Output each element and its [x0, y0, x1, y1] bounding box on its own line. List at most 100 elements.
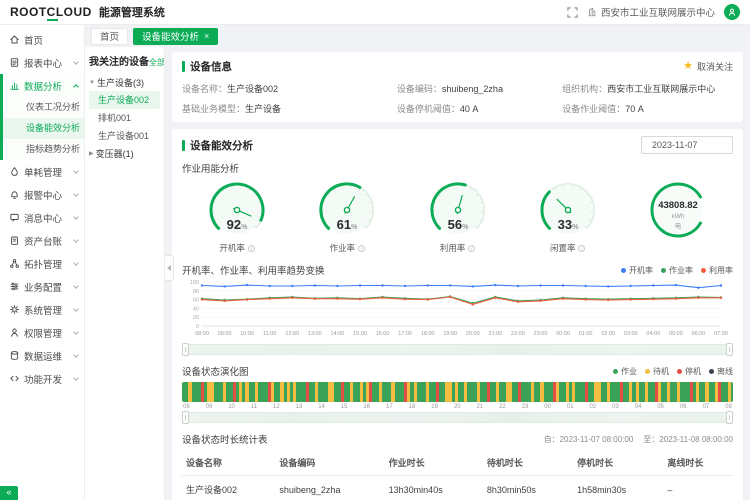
legend-item-停机[interactable]: 停机: [677, 366, 701, 377]
device-tree: ▼生产设备(3)生产设备002排机001生产设备001▶变压器(1): [89, 74, 160, 162]
sidebar-item-topology[interactable]: 拓扑管理: [0, 252, 84, 275]
strip-axis-label: 17: [386, 404, 393, 410]
sidebar-item-label: 报表中心: [24, 56, 62, 70]
info-icon[interactable]: i: [248, 245, 255, 252]
all-devices-link[interactable]: 全部设备: [149, 57, 165, 68]
date-picker-input[interactable]: [641, 136, 733, 154]
app-window: ROOTCLOUD 能源管理系统 西安市工业互联网展示中心: [0, 0, 750, 500]
gauge-utilization-rate: 56% 利用率i: [402, 177, 512, 254]
tab-device-efficiency[interactable]: 设备能效分析×: [133, 28, 218, 45]
info-icon[interactable]: i: [468, 245, 475, 252]
tree-item[interactable]: 生产设备001: [89, 127, 160, 145]
chevron-down-icon: [73, 352, 79, 358]
svg-text:05:00: 05:00: [669, 331, 683, 337]
svg-text:02:00: 02:00: [601, 331, 615, 337]
fullscreen-icon[interactable]: [567, 7, 578, 18]
svg-text:03:00: 03:00: [624, 331, 638, 337]
sidebar-item-feature-dev[interactable]: 功能开发: [0, 367, 84, 390]
sidebar-subitem-meter-condition[interactable]: 仪表工况分析: [3, 97, 84, 118]
brand-logo: ROOTCLOUD: [10, 5, 92, 19]
sidebar-item-asset-ledger[interactable]: 资产台账: [0, 229, 84, 252]
info-field: 设备编码：shuibeng_2zha: [397, 82, 562, 95]
device-tree-panel: 我关注的设备 全部设备 ▼生产设备(3)生产设备002排机001生产设备001▶…: [85, 47, 165, 500]
sidebar-item-label: 拓扑管理: [24, 257, 62, 271]
slider-right-handle[interactable]: [726, 343, 733, 356]
gauge-dial: 92%: [189, 177, 285, 244]
sidebar-subitem-device-efficiency[interactable]: 设备能效分析: [3, 118, 84, 139]
legend-item-作业率[interactable]: 作业率: [661, 265, 693, 276]
slider-right-handle[interactable]: [726, 411, 733, 424]
energy-ring: 43808.82 kWh 电: [630, 177, 726, 244]
legend-item-待机[interactable]: 待机: [645, 366, 669, 377]
chevron-down-icon: [73, 283, 79, 289]
sidebar-item-unit-consumption[interactable]: 单耗管理: [0, 160, 84, 183]
nav-group-alarm-center: 报警中心: [0, 183, 84, 206]
status-datazoom-slider[interactable]: [183, 412, 732, 423]
nav-group-unit-consumption: 单耗管理: [0, 160, 84, 183]
info-value: 西安市工业互联网展示中心: [607, 84, 715, 94]
legend-item-开机率[interactable]: 开机率: [621, 265, 653, 276]
sidebar-item-label: 功能开发: [24, 372, 62, 386]
legend-item-离线[interactable]: 离线: [709, 366, 733, 377]
status-section-title: 设备状态演化图: [182, 364, 249, 378]
table-row: 生产设备002shuibeng_2zha13h30min40s8h30min50…: [182, 476, 733, 500]
tree-item[interactable]: 排机001: [89, 109, 160, 127]
nav-group-report-center: 报表中心: [0, 51, 84, 74]
strip-axis-label: 20: [454, 404, 461, 410]
info-value: shuibeng_2zha: [442, 84, 503, 94]
chevron-down-icon: [73, 237, 79, 243]
message-icon: [9, 212, 20, 223]
tree-collapse-handle[interactable]: [165, 255, 174, 281]
org-switcher[interactable]: 西安市工业互联网展示中心: [587, 5, 715, 19]
trend-datazoom-slider[interactable]: [183, 344, 732, 355]
strip-axis-label: 18: [409, 404, 416, 410]
sidebar-item-home[interactable]: 首页: [0, 28, 84, 51]
tree-item[interactable]: 生产设备002: [89, 91, 160, 109]
nav-group-permission: 权限管理: [0, 321, 84, 344]
sidebar-item-permission[interactable]: 权限管理: [0, 321, 84, 344]
svg-text:16:00: 16:00: [376, 331, 390, 337]
tree-title: 我关注的设备: [89, 53, 149, 68]
gauge-label: 作业率i: [330, 242, 366, 254]
strip-axis-label: 07: [703, 404, 710, 410]
info-icon[interactable]: i: [578, 245, 585, 252]
sidebar-subitem-indicator-trend[interactable]: 指标趋势分析: [3, 139, 84, 160]
sidebar-item-message-center[interactable]: 消息中心: [0, 206, 84, 229]
trend-legend: 开机率作业率 利用率: [621, 265, 733, 276]
topology-icon: [9, 258, 20, 269]
sidebar-item-system[interactable]: 系统管理: [0, 298, 84, 321]
legend-label: 利用率: [709, 265, 733, 276]
tab-label: 首页: [100, 29, 119, 43]
slider-left-handle[interactable]: [182, 411, 189, 424]
user-avatar[interactable]: [724, 4, 740, 20]
range-to: 至：2023-11-08 08:00:00: [643, 434, 733, 445]
unfollow-button[interactable]: ★ 取消关注: [683, 60, 733, 73]
slider-left-handle[interactable]: [182, 343, 189, 356]
strip-axis-label: 10: [228, 404, 235, 410]
chevron-down-icon: [73, 214, 79, 220]
tab-home[interactable]: 首页: [91, 28, 128, 45]
sidebar-item-data-analysis[interactable]: 数据分析: [3, 74, 84, 97]
close-icon[interactable]: ×: [204, 32, 209, 41]
sidebar-item-business-config[interactable]: 业务配置: [0, 275, 84, 298]
chevron-down-icon: [73, 375, 79, 381]
sidebar-collapse-button[interactable]: «: [0, 486, 18, 500]
tree-group-0[interactable]: ▼生产设备(3): [89, 74, 160, 91]
gauge-dial: 56%: [410, 177, 506, 244]
gauge-startup-rate: 92% 开机率i: [182, 177, 292, 254]
svg-text:20:00: 20:00: [466, 331, 480, 337]
legend-dot: [645, 369, 650, 374]
tree-group-1[interactable]: ▶变压器(1): [89, 145, 160, 162]
sidebar-item-data-ops[interactable]: 数据运维: [0, 344, 84, 367]
legend-item-利用率[interactable]: 利用率: [701, 265, 733, 276]
tree-group-label: 变压器(1): [96, 147, 134, 160]
strip-axis-label: 13: [296, 404, 303, 410]
info-icon[interactable]: i: [358, 245, 365, 252]
sidebar-item-alarm-center[interactable]: 报警中心: [0, 183, 84, 206]
sidebar-item-report-center[interactable]: 报表中心: [0, 51, 84, 74]
nav-group-asset-ledger: 资产台账: [0, 229, 84, 252]
strip-axis-label: 06: [680, 404, 687, 410]
legend-item-作业[interactable]: 作业: [613, 366, 637, 377]
svg-text:19:00: 19:00: [443, 331, 457, 337]
table-cell: 13h30min40s: [385, 476, 483, 500]
